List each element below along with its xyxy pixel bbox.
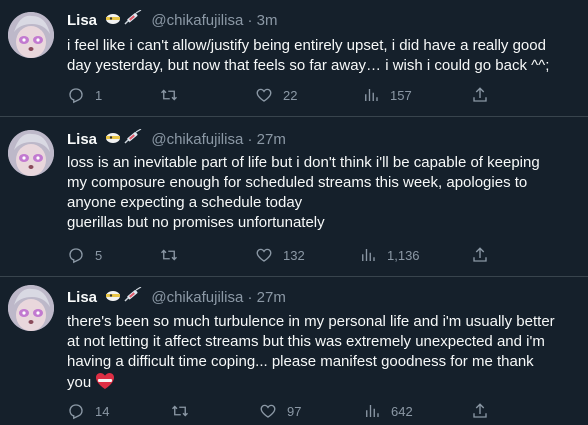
like-button[interactable]: 97 [259,401,301,421]
like-count: 132 [283,247,305,263]
reply-count: 1 [95,87,103,103]
heart-icon [260,404,276,418]
reply-button[interactable]: 5 [67,245,102,265]
retweet-button[interactable] [160,245,188,265]
handle[interactable]: @chikafujilisa [151,12,243,29]
share-icon [473,87,487,102]
share-button[interactable] [471,245,489,265]
action-bar: 14 97 642 [67,401,507,421]
display-name[interactable]: Lisa [67,12,97,29]
action-bar: 5 132 1,136 [67,245,507,265]
syringe-emoji-icon [124,286,142,302]
separator: · [247,11,253,29]
eye-patch-emoji-icon [106,133,121,143]
handle[interactable]: @chikafujilisa [151,289,243,306]
tweet-text-line: my composure enough for scheduled stream… [67,174,528,191]
eye-patch-emoji-icon [106,14,121,24]
tweet-text-line: i feel like i can't allow/justify being … [67,37,546,54]
views-button[interactable]: 642 [363,401,413,421]
tweet[interactable]: Lisa @chikafujilisa · 27m there's been s… [0,277,588,425]
reply-button[interactable]: 1 [67,85,102,105]
display-name[interactable]: Lisa [67,289,97,306]
views-button[interactable]: 1,136 [359,245,420,265]
eye-patch-emoji-icon [106,291,121,301]
action-bar: 1 22 157 [67,85,507,105]
syringe-emoji-icon [124,128,142,144]
tweet-text: i feel like i can't allow/justify being … [67,36,582,76]
separator: · [247,288,253,306]
avatar-image [8,130,54,176]
tweet-text-line: loss is an inevitable part of life but i… [67,154,540,171]
avatar[interactable] [8,12,54,58]
share-icon [473,403,487,418]
timestamp[interactable]: 27m [257,289,286,306]
retweet-icon [161,249,177,261]
avatar-image [8,12,54,58]
share-button[interactable] [471,85,489,105]
name-badges [105,128,143,151]
tweet-text-line: anyone expecting a schedule today [67,194,303,211]
tweet-text-line: at not letting it affect streams but thi… [67,333,545,350]
views-count: 157 [390,87,412,103]
mending-heart-emoji-icon [95,372,115,396]
tweet[interactable]: Lisa @chikafujilisa · 3m i feel like i c… [0,0,588,117]
retweet-icon [161,89,177,101]
views-count: 642 [391,403,413,419]
views-count: 1,136 [387,247,420,263]
reply-icon [69,88,83,104]
reply-count: 14 [95,403,110,419]
reply-button[interactable]: 14 [67,401,109,421]
name-badges [105,286,143,309]
retweet-button[interactable] [160,85,188,105]
separator: · [247,130,253,148]
handle[interactable]: @chikafujilisa [151,131,243,148]
avatar-image [8,285,54,331]
like-button[interactable]: 22 [255,85,297,105]
heart-icon [256,248,272,262]
views-icon [365,89,378,101]
tweet-text-line-last: you [67,372,582,396]
views-icon [362,249,375,261]
reply-icon [69,404,83,420]
tweet-text-line: guerillas but no promises unfortunately [67,214,325,231]
reply-count: 5 [95,247,103,263]
tweet-text-line: having a difficult time coping... please… [67,353,534,370]
retweet-button[interactable] [171,401,199,421]
views-button[interactable]: 157 [362,85,412,105]
tweet-text-line: there's been so much turbulence in my pe… [67,313,555,330]
retweet-icon [172,405,188,417]
share-icon [473,247,487,262]
timestamp[interactable]: 3m [257,12,278,29]
tweet[interactable]: Lisa @chikafujilisa · 27m loss is an ine… [0,117,588,277]
tweet-text: there's been so much turbulence in my pe… [67,312,582,396]
views-icon [366,405,379,417]
tweet-text-line: you [67,374,92,391]
like-count: 22 [283,87,298,103]
name-badges [105,9,143,32]
syringe-emoji-icon [124,9,142,25]
display-name[interactable]: Lisa [67,131,97,148]
timestamp[interactable]: 27m [257,131,286,148]
avatar[interactable] [8,130,54,176]
tweet-text-line: day yesterday, but now that feels so far… [67,57,550,74]
share-button[interactable] [471,401,489,421]
like-button[interactable]: 132 [255,245,305,265]
heart-icon [256,88,272,102]
tweet-text: loss is an inevitable part of life but i… [67,153,582,233]
reply-icon [69,248,83,264]
avatar[interactable] [8,285,54,331]
like-count: 97 [287,403,302,419]
